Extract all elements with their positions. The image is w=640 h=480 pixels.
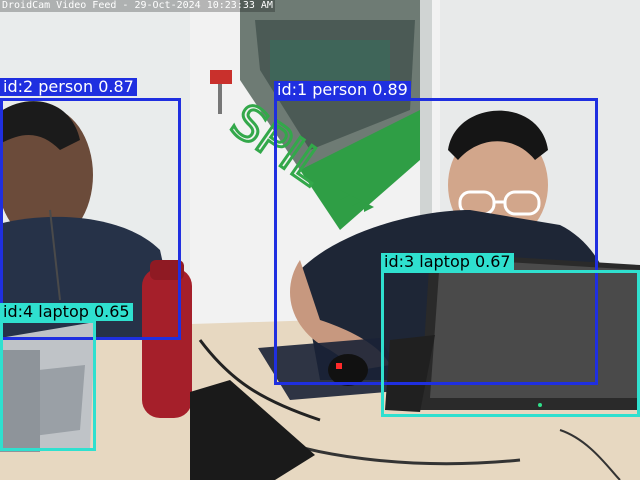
detection-box-laptop-3[interactable] [381, 270, 640, 417]
detection-label-person-1: id:1 person 0.89 [274, 81, 411, 99]
detection-box-laptop-4[interactable] [0, 320, 96, 451]
detection-label-person-2: id:2 person 0.87 [0, 78, 137, 96]
feed-title: DroidCam Video Feed - 29-Oct-2024 10:23:… [0, 0, 275, 12]
detection-label-laptop-3: id:3 laptop 0.67 [381, 253, 514, 271]
detection-label-laptop-4: id:4 laptop 0.65 [0, 303, 133, 321]
